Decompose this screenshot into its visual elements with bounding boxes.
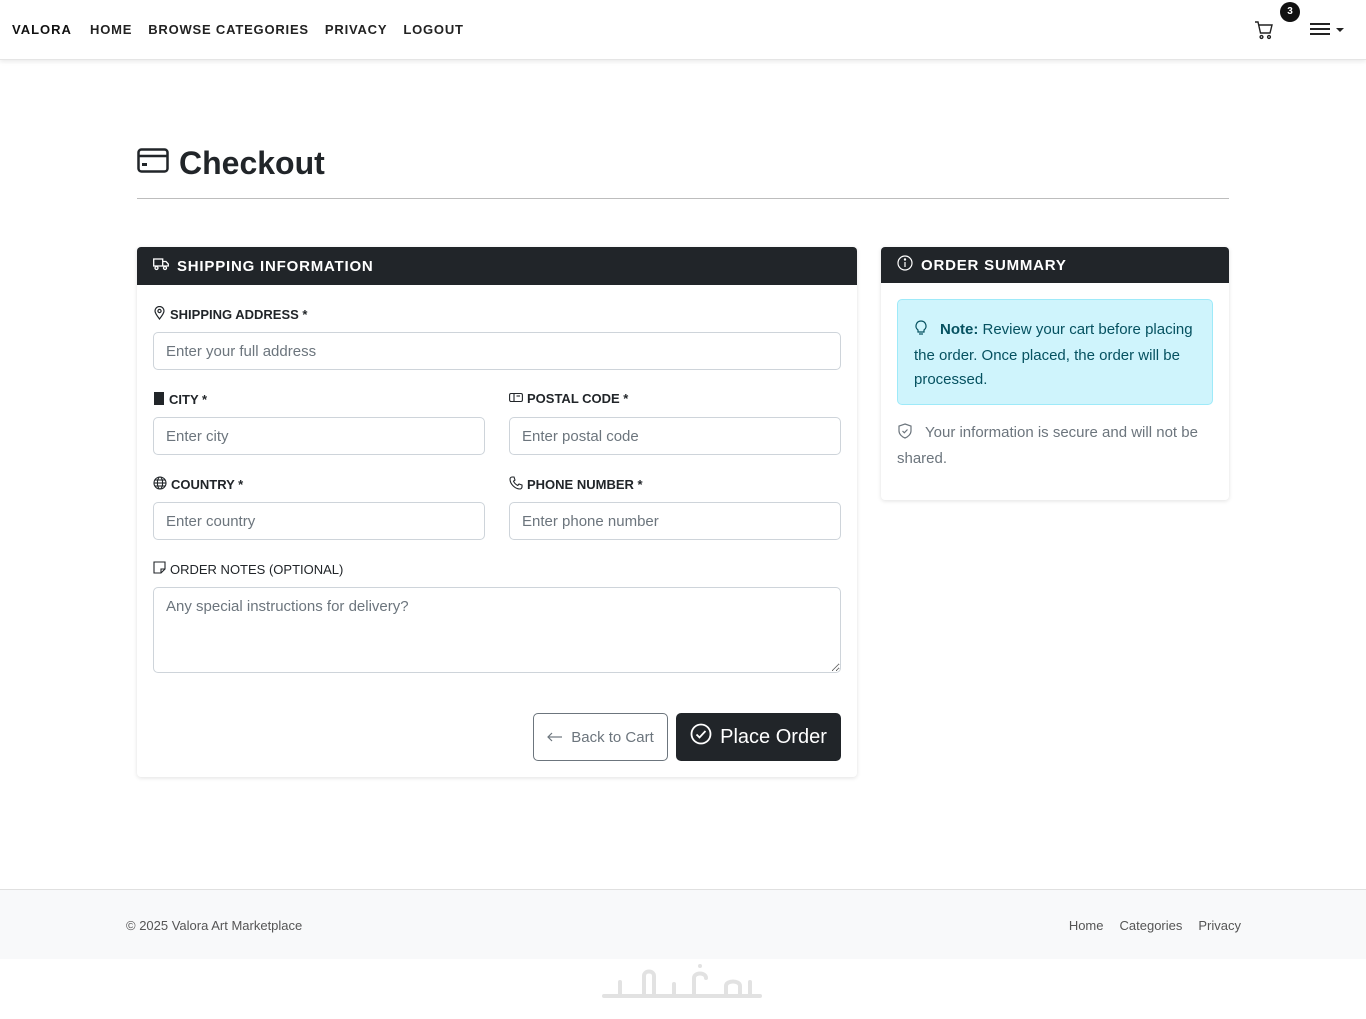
divider bbox=[137, 198, 1229, 199]
lightbulb-icon bbox=[914, 320, 934, 344]
info-alert: Note: Review your cart before placing th… bbox=[897, 299, 1213, 405]
shipping-card-header: SHIPPING INFORMATION bbox=[137, 247, 857, 285]
nav-privacy[interactable]: PRIVACY bbox=[325, 22, 387, 37]
navbar: VALORA HOME BROWSE CATEGORIES PRIVACY LO… bbox=[0, 0, 1366, 60]
security-notice: Your information is secure and will not … bbox=[897, 421, 1213, 471]
back-to-cart-label: Back to Cart bbox=[571, 728, 654, 746]
order-summary-header: ORDER SUMMARY bbox=[881, 247, 1229, 283]
credit-card-icon bbox=[137, 148, 169, 179]
notes-label: ORDER NOTES (OPTIONAL) bbox=[153, 561, 343, 577]
country-label-text: COUNTRY * bbox=[171, 477, 244, 492]
truck-icon bbox=[153, 257, 169, 275]
city-input[interactable] bbox=[153, 417, 485, 455]
country-label: COUNTRY * bbox=[153, 476, 243, 493]
building-icon bbox=[153, 391, 165, 408]
nav-links: HOME BROWSE CATEGORIES PRIVACY LOGOUT bbox=[90, 22, 464, 37]
order-summary-card: ORDER SUMMARY Note: Review your cart bef… bbox=[881, 247, 1229, 500]
back-to-cart-button[interactable]: Back to Cart bbox=[533, 713, 668, 761]
footer-link-privacy[interactable]: Privacy bbox=[1198, 918, 1241, 933]
order-notes-textarea[interactable] bbox=[153, 587, 841, 673]
postal-code-input[interactable] bbox=[509, 417, 841, 455]
sticky-note-icon bbox=[153, 561, 166, 577]
arrow-left-icon bbox=[547, 729, 563, 746]
check-circle-icon bbox=[690, 723, 712, 751]
notes-label-text: ORDER NOTES (OPTIONAL) bbox=[170, 561, 344, 577]
copyright-text: © 2025 Valora Art Marketplace bbox=[126, 918, 303, 933]
phone-label-text: PHONE NUMBER * bbox=[527, 477, 643, 492]
shipping-card: SHIPPING INFORMATION SHIPPING ADDRESS * … bbox=[137, 247, 857, 777]
shipping-header-title: SHIPPING INFORMATION bbox=[177, 257, 374, 275]
phone-icon bbox=[509, 476, 523, 493]
nav-logout[interactable]: LOGOUT bbox=[403, 22, 463, 37]
postal-label-text: POSTAL CODE * bbox=[527, 391, 629, 406]
security-notice-text: Your information is secure and will not … bbox=[897, 424, 1198, 467]
info-circle-icon bbox=[897, 255, 913, 275]
page-heading: Checkout bbox=[179, 145, 325, 181]
order-summary-title: ORDER SUMMARY bbox=[921, 256, 1067, 274]
address-input[interactable] bbox=[153, 332, 841, 370]
note-label: Note: bbox=[940, 321, 979, 338]
footer: © 2025 Valora Art Marketplace Home Categ… bbox=[0, 889, 1366, 959]
footer-links: Home Categories Privacy bbox=[1069, 918, 1241, 933]
phone-input[interactable] bbox=[509, 502, 841, 540]
city-label: CITY * bbox=[153, 391, 207, 408]
globe-icon bbox=[153, 476, 167, 493]
mailbox-icon bbox=[509, 391, 523, 406]
footer-link-categories[interactable]: Categories bbox=[1120, 918, 1183, 933]
city-label-text: CITY * bbox=[169, 392, 208, 407]
country-input[interactable] bbox=[153, 502, 485, 540]
address-label: SHIPPING ADDRESS * bbox=[153, 305, 308, 323]
place-order-button[interactable]: Place Order bbox=[676, 713, 841, 761]
brand-logo[interactable]: VALORA bbox=[12, 22, 72, 37]
cart-count-badge: 3 bbox=[1280, 2, 1300, 22]
map-pin-icon bbox=[153, 305, 166, 323]
phone-label: PHONE NUMBER * bbox=[509, 476, 643, 493]
nav-home[interactable]: HOME bbox=[90, 22, 132, 37]
footer-link-home[interactable]: Home bbox=[1069, 918, 1104, 933]
postal-label: POSTAL CODE * bbox=[509, 391, 628, 406]
place-order-label: Place Order bbox=[720, 725, 827, 748]
page-title: Checkout bbox=[137, 145, 325, 182]
shield-check-icon bbox=[897, 423, 919, 447]
watermark-logo bbox=[600, 962, 766, 1002]
hamburger-menu-icon[interactable] bbox=[1308, 20, 1348, 40]
cart-icon[interactable] bbox=[1254, 20, 1274, 40]
address-label-text: SHIPPING ADDRESS * bbox=[170, 307, 308, 322]
nav-browse-categories[interactable]: BROWSE CATEGORIES bbox=[148, 22, 309, 37]
